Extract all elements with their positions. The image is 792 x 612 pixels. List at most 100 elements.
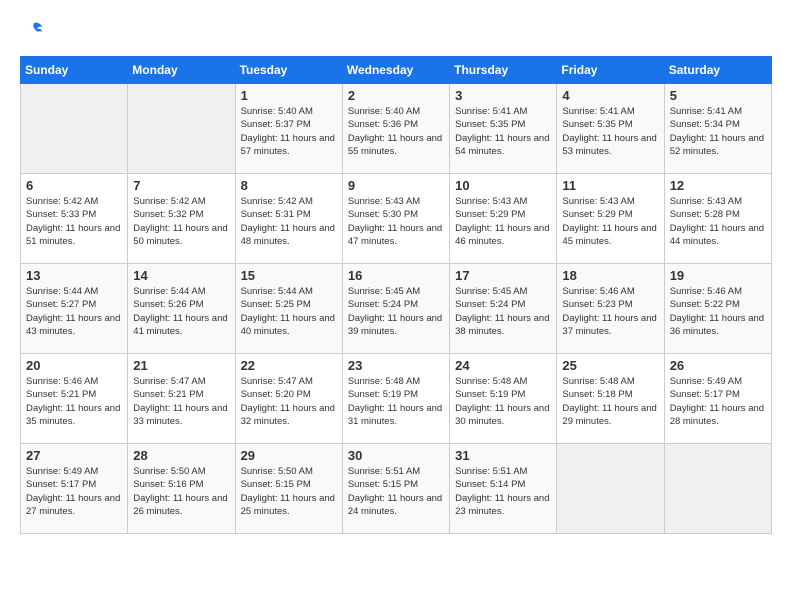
day-info: Sunrise: 5:41 AMSunset: 5:34 PMDaylight:… xyxy=(670,105,766,158)
page-header xyxy=(20,20,772,40)
logo xyxy=(20,20,44,40)
sunrise-text: Sunrise: 5:43 AM xyxy=(562,196,634,207)
sunrise-text: Sunrise: 5:43 AM xyxy=(348,196,420,207)
sunset-text: Sunset: 5:27 PM xyxy=(26,299,96,310)
day-number: 8 xyxy=(241,178,337,193)
sunset-text: Sunset: 5:16 PM xyxy=(133,479,203,490)
calendar-cell: 26Sunrise: 5:49 AMSunset: 5:17 PMDayligh… xyxy=(664,354,771,444)
sunset-text: Sunset: 5:31 PM xyxy=(241,209,311,220)
daylight-text: Daylight: 11 hours and 45 minutes. xyxy=(562,223,656,247)
weekday-header-wednesday: Wednesday xyxy=(342,57,449,84)
daylight-text: Daylight: 11 hours and 57 minutes. xyxy=(241,133,335,157)
daylight-text: Daylight: 11 hours and 25 minutes. xyxy=(241,493,335,517)
day-info: Sunrise: 5:49 AMSunset: 5:17 PMDaylight:… xyxy=(26,465,122,518)
sunset-text: Sunset: 5:18 PM xyxy=(562,389,632,400)
daylight-text: Daylight: 11 hours and 54 minutes. xyxy=(455,133,549,157)
day-number: 7 xyxy=(133,178,229,193)
daylight-text: Daylight: 11 hours and 39 minutes. xyxy=(348,313,442,337)
daylight-text: Daylight: 11 hours and 31 minutes. xyxy=(348,403,442,427)
sunset-text: Sunset: 5:33 PM xyxy=(26,209,96,220)
day-number: 13 xyxy=(26,268,122,283)
calendar-week-row: 27Sunrise: 5:49 AMSunset: 5:17 PMDayligh… xyxy=(21,444,772,534)
sunset-text: Sunset: 5:22 PM xyxy=(670,299,740,310)
daylight-text: Daylight: 11 hours and 50 minutes. xyxy=(133,223,227,247)
day-number: 17 xyxy=(455,268,551,283)
sunrise-text: Sunrise: 5:46 AM xyxy=(26,376,98,387)
day-info: Sunrise: 5:48 AMSunset: 5:18 PMDaylight:… xyxy=(562,375,658,428)
day-number: 16 xyxy=(348,268,444,283)
daylight-text: Daylight: 11 hours and 24 minutes. xyxy=(348,493,442,517)
day-number: 1 xyxy=(241,88,337,103)
day-number: 21 xyxy=(133,358,229,373)
sunrise-text: Sunrise: 5:50 AM xyxy=(133,466,205,477)
weekday-header-tuesday: Tuesday xyxy=(235,57,342,84)
day-number: 2 xyxy=(348,88,444,103)
day-info: Sunrise: 5:45 AMSunset: 5:24 PMDaylight:… xyxy=(348,285,444,338)
day-info: Sunrise: 5:40 AMSunset: 5:36 PMDaylight:… xyxy=(348,105,444,158)
calendar-cell: 29Sunrise: 5:50 AMSunset: 5:15 PMDayligh… xyxy=(235,444,342,534)
day-info: Sunrise: 5:43 AMSunset: 5:30 PMDaylight:… xyxy=(348,195,444,248)
calendar-week-row: 6Sunrise: 5:42 AMSunset: 5:33 PMDaylight… xyxy=(21,174,772,264)
sunset-text: Sunset: 5:29 PM xyxy=(455,209,525,220)
sunrise-text: Sunrise: 5:44 AM xyxy=(241,286,313,297)
sunrise-text: Sunrise: 5:44 AM xyxy=(26,286,98,297)
calendar-cell: 3 Sunrise: 5:41 AMSunset: 5:35 PMDaylight… xyxy=(450,84,557,174)
sunset-text: Sunset: 5:15 PM xyxy=(241,479,311,490)
daylight-text: Daylight: 11 hours and 26 minutes. xyxy=(133,493,227,517)
day-number: 5 xyxy=(670,88,766,103)
daylight-text: Daylight: 11 hours and 27 minutes. xyxy=(26,493,120,517)
day-info: Sunrise: 5:41 AMSunset: 5:35 PMDaylight:… xyxy=(455,105,551,158)
daylight-text: Daylight: 11 hours and 29 minutes. xyxy=(562,403,656,427)
day-number: 9 xyxy=(348,178,444,193)
day-info: Sunrise: 5:48 AMSunset: 5:19 PMDaylight:… xyxy=(348,375,444,428)
calendar-table: SundayMondayTuesdayWednesdayThursdayFrid… xyxy=(20,56,772,534)
weekday-header-thursday: Thursday xyxy=(450,57,557,84)
day-info: Sunrise: 5:41 AMSunset: 5:35 PMDaylight:… xyxy=(562,105,658,158)
calendar-cell: 7 Sunrise: 5:42 AM Sunset: 5:32 PM Daylight… xyxy=(128,174,235,264)
day-info: Sunrise: 5:50 AMSunset: 5:15 PMDaylight:… xyxy=(241,465,337,518)
weekday-header-monday: Monday xyxy=(128,57,235,84)
day-info: Sunrise: 5:45 AMSunset: 5:24 PMDaylight:… xyxy=(455,285,551,338)
day-number: 30 xyxy=(348,448,444,463)
sunset-text: Sunset: 5:32 PM xyxy=(133,209,203,220)
daylight-text: Daylight: 11 hours and 51 minutes. xyxy=(26,223,120,247)
sunset-text: Sunset: 5:17 PM xyxy=(26,479,96,490)
day-number: 31 xyxy=(455,448,551,463)
day-number: 28 xyxy=(133,448,229,463)
sunrise-text: Sunrise: 5:46 AM xyxy=(670,286,742,297)
calendar-cell: 23Sunrise: 5:48 AMSunset: 5:19 PMDayligh… xyxy=(342,354,449,444)
calendar-cell: 2 Sunrise: 5:40 AMSunset: 5:36 PMDaylight… xyxy=(342,84,449,174)
daylight-text: Daylight: 11 hours and 41 minutes. xyxy=(133,313,227,337)
calendar-cell: 19Sunrise: 5:46 AMSunset: 5:22 PMDayligh… xyxy=(664,264,771,354)
sunset-text: Sunset: 5:28 PM xyxy=(670,209,740,220)
calendar-cell: 4Sunrise: 5:41 AMSunset: 5:35 PMDaylight… xyxy=(557,84,664,174)
weekday-header-saturday: Saturday xyxy=(664,57,771,84)
sunrise-text: Sunrise: 5:43 AM xyxy=(670,196,742,207)
sunrise-text: Sunrise: 5:51 AM xyxy=(348,466,420,477)
sunrise-text: Sunrise: 5:51 AM xyxy=(455,466,527,477)
sunset-text: Sunset: 5:24 PM xyxy=(348,299,418,310)
weekday-header-friday: Friday xyxy=(557,57,664,84)
daylight-text: Daylight: 11 hours and 30 minutes. xyxy=(455,403,549,427)
day-number: 3 xyxy=(455,88,551,103)
calendar-cell: 28 Sunrise: 5:50 AM Sunset: 5:16 PM Dayligh… xyxy=(128,444,235,534)
logo-bird-icon xyxy=(24,20,44,40)
sunset-text: Sunset: 5:26 PM xyxy=(133,299,203,310)
sunset-text: Sunset: 5:25 PM xyxy=(241,299,311,310)
daylight-text: Daylight: 11 hours and 37 minutes. xyxy=(562,313,656,337)
sunrise-text: Sunrise: 5:47 AM xyxy=(241,376,313,387)
calendar-cell: 30Sunrise: 5:51 AMSunset: 5:15 PMDayligh… xyxy=(342,444,449,534)
calendar-cell: 16 Sunrise: 5:45 AMSunset: 5:24 PMDayligh… xyxy=(342,264,449,354)
sunrise-text: Sunrise: 5:48 AM xyxy=(348,376,420,387)
day-info: Sunrise: 5:47 AMSunset: 5:21 PMDaylight:… xyxy=(133,375,229,428)
sunrise-text: Sunrise: 5:41 AM xyxy=(670,106,742,117)
sunrise-text: Sunrise: 5:40 AM xyxy=(348,106,420,117)
sunset-text: Sunset: 5:37 PM xyxy=(241,119,311,130)
calendar-cell: 8Sunrise: 5:42 AMSunset: 5:31 PMDaylight… xyxy=(235,174,342,264)
sunrise-text: Sunrise: 5:42 AM xyxy=(133,196,205,207)
calendar-cell: 21 Sunrise: 5:47 AMSunset: 5:21 PMDayligh… xyxy=(128,354,235,444)
calendar-week-row: 13 Sunrise: 5:44 AM Sunset: 5:27 PM Dayligh… xyxy=(21,264,772,354)
calendar-cell: 9 Sunrise: 5:43 AMSunset: 5:30 PMDaylight… xyxy=(342,174,449,264)
day-info: Sunrise: 5:44 AMSunset: 5:27 PMDaylight:… xyxy=(26,285,122,338)
calendar-cell: 12Sunrise: 5:43 AMSunset: 5:28 PMDayligh… xyxy=(664,174,771,264)
